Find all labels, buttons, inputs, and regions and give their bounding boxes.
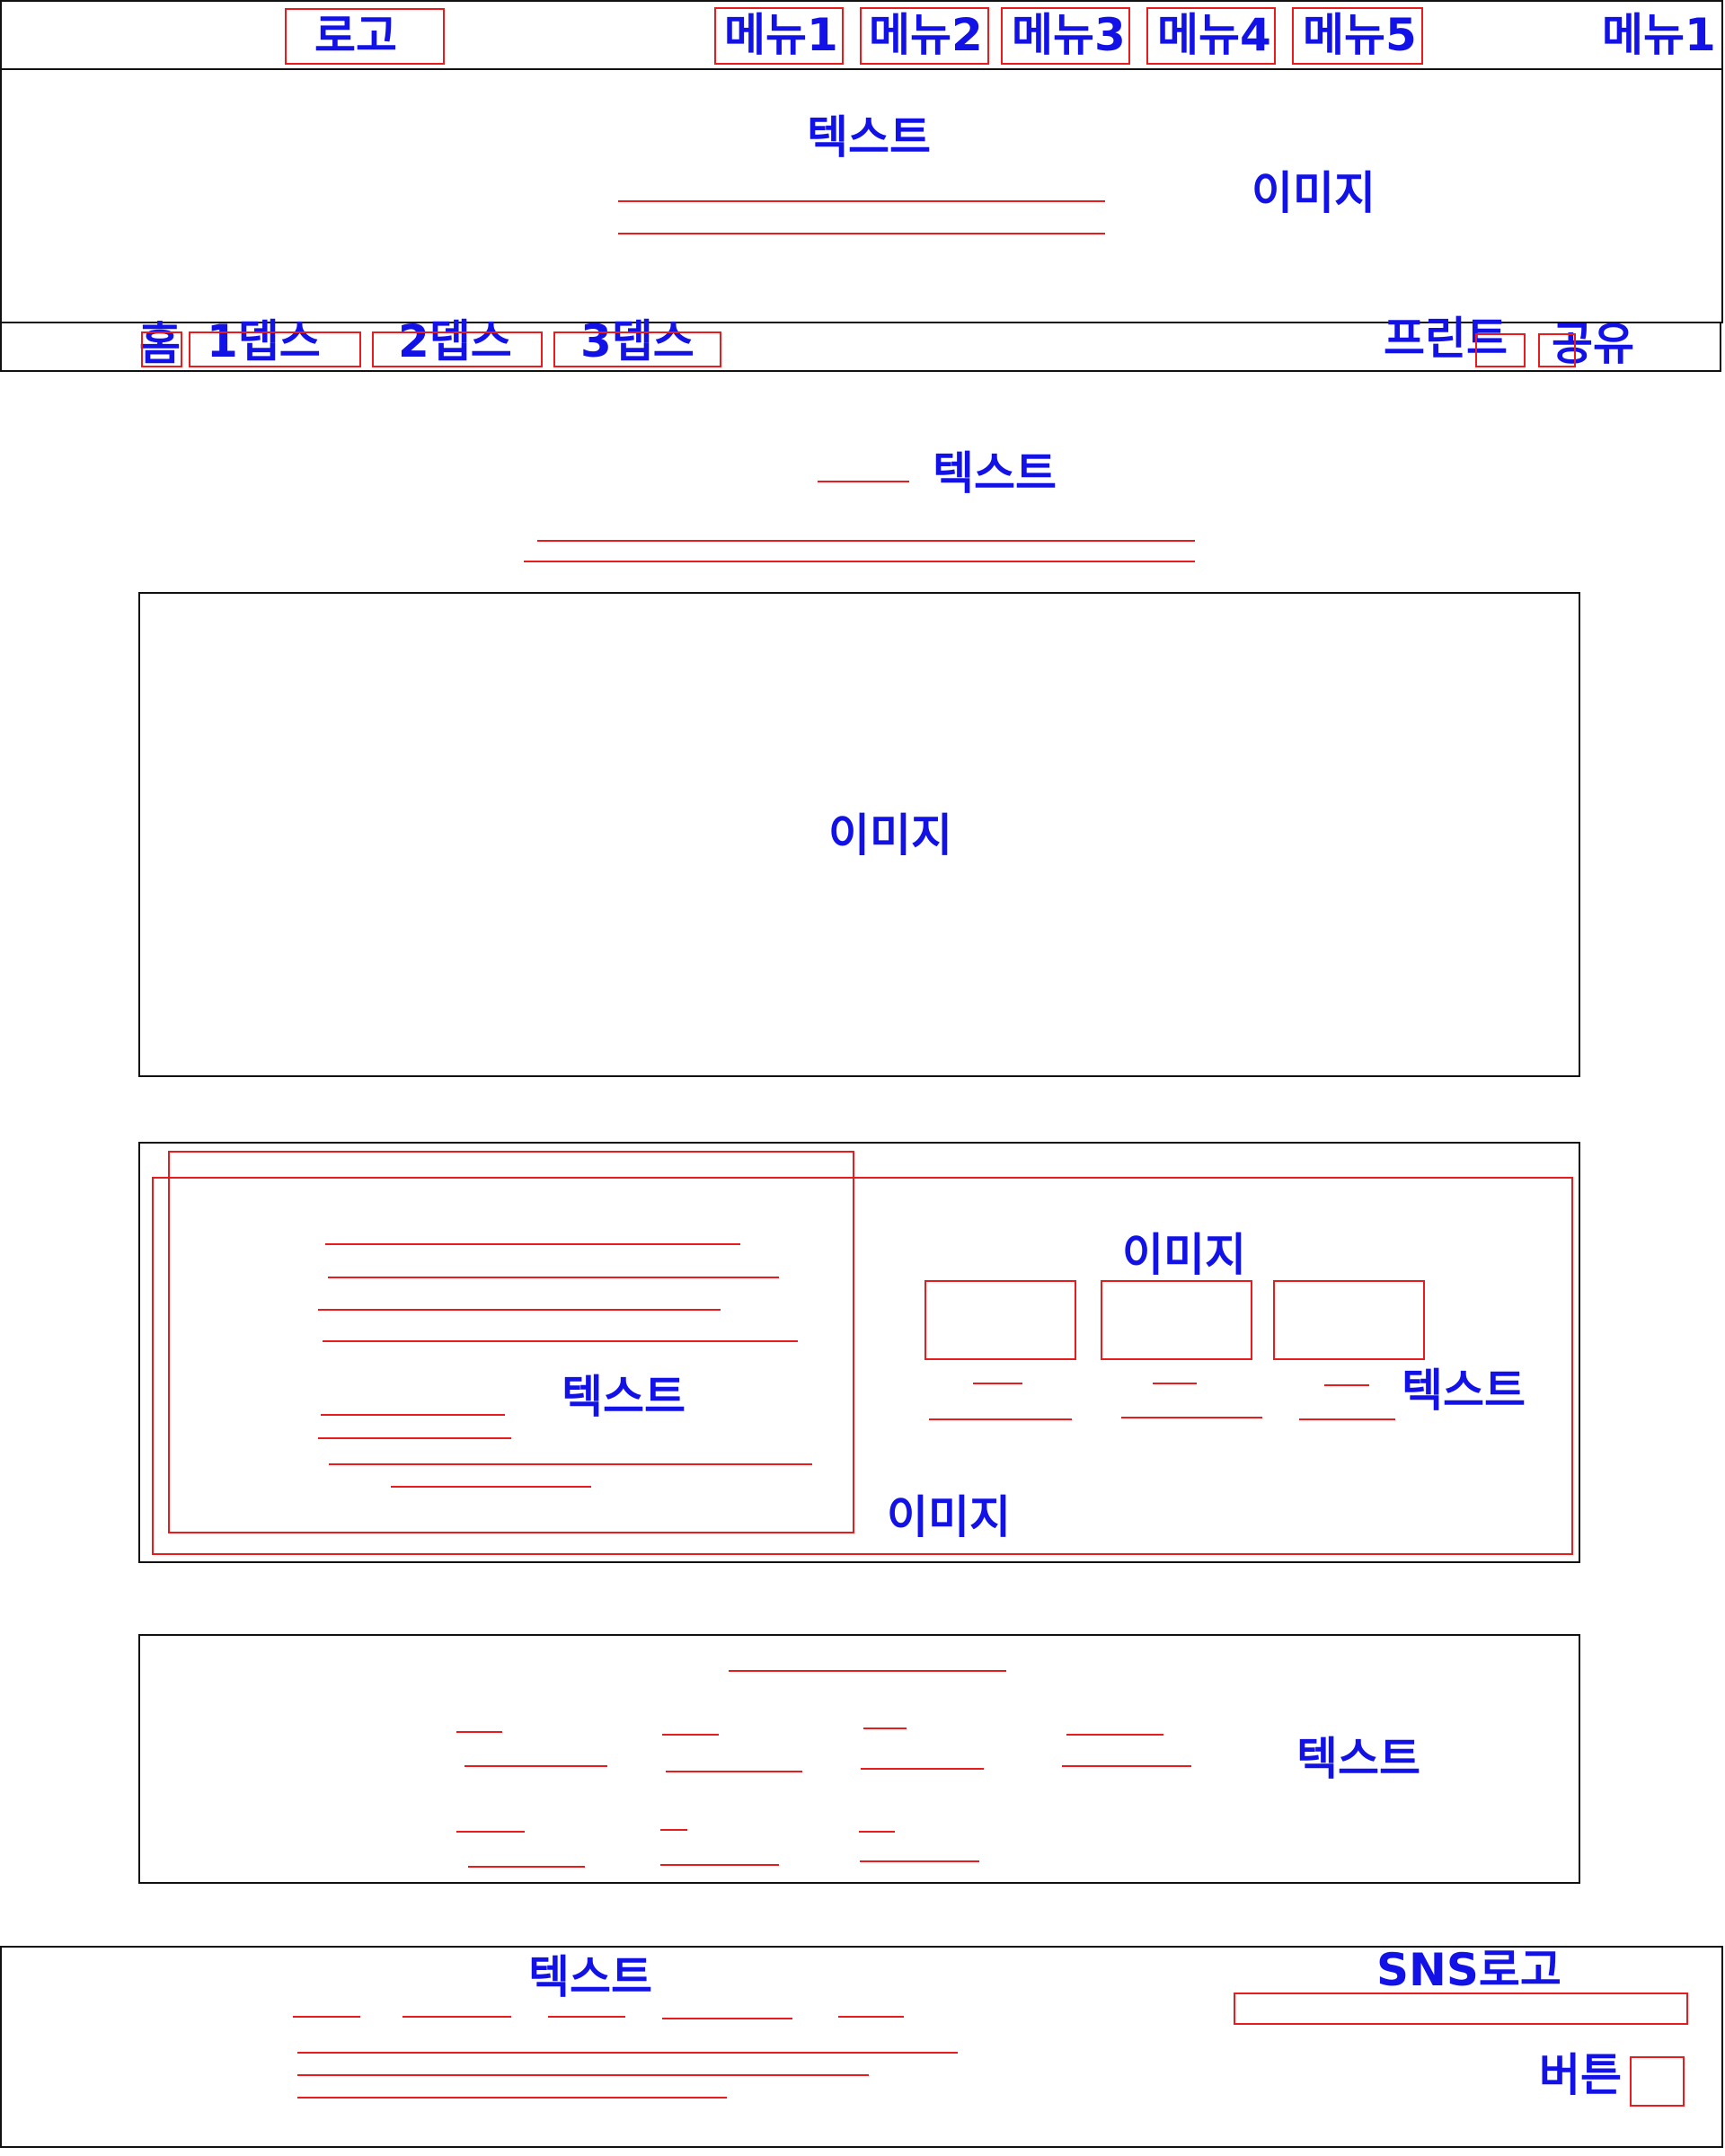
breadcrumb-depth1-box[interactable] bbox=[189, 331, 361, 367]
menu-1-label: 메뉴1 bbox=[724, 9, 838, 61]
share-icon[interactable] bbox=[1538, 333, 1576, 367]
breadcrumb-depth2-box[interactable] bbox=[372, 331, 543, 367]
hero-text-label: 텍스트 bbox=[807, 111, 931, 163]
link-line bbox=[662, 1734, 719, 1736]
footer-info-line bbox=[297, 2097, 727, 2099]
link-line bbox=[860, 1860, 979, 1862]
hero-frame bbox=[0, 68, 1723, 323]
footer-text-label: 텍스트 bbox=[528, 1951, 652, 2003]
link-line bbox=[666, 1771, 802, 1772]
thumb-caption-line bbox=[929, 1418, 1072, 1420]
sns-logo-bar[interactable] bbox=[1234, 1993, 1688, 2025]
breadcrumb-home-box[interactable] bbox=[141, 331, 182, 367]
menu-right-label[interactable]: 메뉴1 bbox=[1602, 13, 1716, 57]
title-dash bbox=[818, 481, 909, 482]
link-line bbox=[464, 1765, 607, 1767]
link-line bbox=[861, 1768, 984, 1770]
text-line bbox=[391, 1486, 591, 1488]
thumbnail-3[interactable] bbox=[1273, 1280, 1425, 1360]
content-right-text-label: 텍스트 bbox=[1402, 1365, 1526, 1417]
title-line bbox=[537, 540, 1195, 542]
text-line bbox=[328, 1277, 779, 1278]
hero-image-label: 이미지 bbox=[1252, 167, 1376, 219]
print-icon[interactable] bbox=[1475, 333, 1526, 367]
thumb-caption-line bbox=[1121, 1417, 1262, 1418]
thumb-caption-line bbox=[1299, 1418, 1395, 1420]
breadcrumb-depth3-box[interactable] bbox=[553, 331, 721, 367]
thumbnail-2[interactable] bbox=[1101, 1280, 1252, 1360]
main-image-label: 이미지 bbox=[828, 809, 952, 862]
link-line bbox=[863, 1727, 907, 1729]
thumb-caption-line bbox=[1153, 1383, 1197, 1384]
link-line bbox=[1062, 1765, 1191, 1767]
link-line bbox=[660, 1829, 687, 1831]
page-title-label: 텍스트 bbox=[933, 447, 1057, 499]
footer-link-line bbox=[402, 2016, 511, 2018]
logo-label: 로고 bbox=[314, 10, 397, 62]
footer-info-line bbox=[297, 2052, 958, 2054]
link-line bbox=[468, 1866, 585, 1868]
text-line bbox=[325, 1243, 740, 1245]
footer-info-line bbox=[297, 2074, 869, 2076]
footer-link-line bbox=[838, 2016, 904, 2018]
thumb-caption-line bbox=[1324, 1384, 1369, 1386]
menu-2-label: 메뉴2 bbox=[869, 9, 983, 61]
links-heading-line bbox=[729, 1670, 1006, 1672]
sns-logo-label: SNS로고 bbox=[1376, 1944, 1561, 1996]
text-line bbox=[329, 1463, 812, 1465]
link-line bbox=[660, 1864, 779, 1866]
link-line bbox=[1066, 1734, 1163, 1736]
footer-button-label: 버튼 bbox=[1539, 2049, 1622, 2101]
footer-button[interactable] bbox=[1630, 2056, 1685, 2107]
title-line bbox=[524, 561, 1195, 562]
links-text-label: 텍스트 bbox=[1296, 1733, 1420, 1785]
link-line bbox=[859, 1831, 895, 1833]
menu-4-label: 메뉴4 bbox=[1157, 9, 1271, 61]
text-line bbox=[323, 1340, 798, 1342]
menu-3-label: 메뉴3 bbox=[1012, 9, 1126, 61]
text-line bbox=[321, 1414, 505, 1416]
thumbnail-1[interactable] bbox=[924, 1280, 1076, 1360]
hero-text-line bbox=[618, 233, 1105, 234]
content-image-top-label: 이미지 bbox=[1122, 1229, 1246, 1281]
link-line bbox=[456, 1831, 525, 1833]
hero-text-line bbox=[618, 200, 1105, 202]
text-line bbox=[318, 1437, 511, 1439]
footer-link-line bbox=[662, 2018, 792, 2019]
footer-link-line bbox=[548, 2016, 625, 2018]
content-image-bottom-label: 이미지 bbox=[887, 1491, 1011, 1543]
content-text-box bbox=[168, 1151, 854, 1533]
link-line bbox=[456, 1731, 502, 1733]
thumb-caption-line bbox=[973, 1383, 1022, 1384]
text-line bbox=[318, 1309, 721, 1311]
menu-5-label: 메뉴5 bbox=[1303, 9, 1417, 61]
footer-link-line bbox=[293, 2016, 360, 2018]
content-left-text-label: 텍스트 bbox=[562, 1371, 686, 1423]
